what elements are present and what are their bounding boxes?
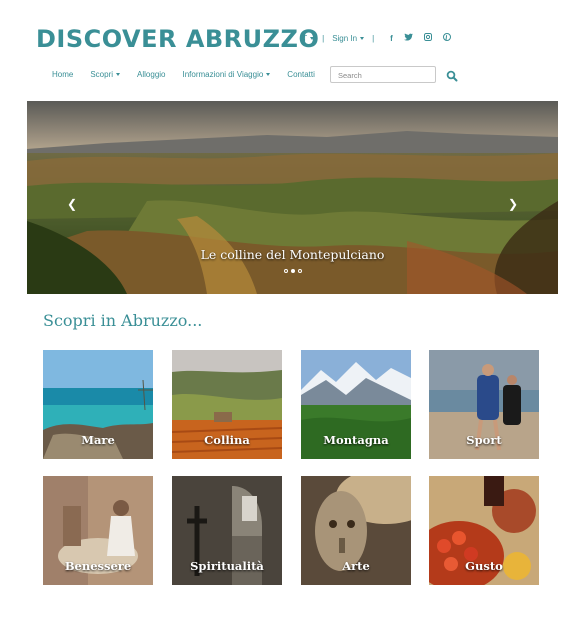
- caret-down-icon: [116, 73, 121, 76]
- caret-down-icon: [310, 36, 315, 40]
- facebook-icon[interactable]: f: [390, 34, 393, 43]
- section-title: Scopri in Abruzzo...: [43, 311, 203, 330]
- chevron-right-icon[interactable]: ❯: [508, 197, 518, 211]
- top-bar: IT | Sign In | f: [300, 33, 451, 43]
- site-logo[interactable]: DISCOVER ABRUZZO: [36, 25, 319, 53]
- search-icon[interactable]: [446, 69, 458, 82]
- signin-dropdown[interactable]: Sign In: [332, 34, 365, 43]
- tile-mare[interactable]: Mare: [43, 350, 153, 459]
- tile-benessere[interactable]: Benessere: [43, 476, 153, 585]
- nav-item-alloggio[interactable]: Alloggio: [137, 70, 165, 79]
- hero-caption: Le colline del Montepulciano: [200, 247, 385, 262]
- caret-down-icon: [266, 73, 271, 76]
- main-nav: Home Scopri Alloggio Informazioni di Via…: [52, 70, 332, 79]
- language-selector[interactable]: IT: [300, 34, 315, 43]
- tile-spiritualita[interactable]: Spiritualità: [172, 476, 282, 585]
- twitter-icon[interactable]: [403, 33, 413, 43]
- hero-image: [27, 101, 558, 294]
- tile-gusto[interactable]: Gusto: [429, 476, 539, 585]
- nav-item-contatti[interactable]: Contatti: [287, 70, 315, 79]
- tile-collina[interactable]: Collina: [172, 350, 282, 459]
- instagram-icon[interactable]: [423, 33, 432, 43]
- tile-sport[interactable]: Sport: [429, 350, 539, 459]
- pinterest-icon[interactable]: [442, 33, 451, 43]
- carousel-dot[interactable]: [283, 269, 288, 273]
- social-links: f: [390, 33, 451, 43]
- caret-down-icon: [360, 36, 365, 40]
- tile-montagna[interactable]: Montagna: [301, 350, 411, 459]
- tile-arte[interactable]: Arte: [301, 476, 411, 585]
- hero-carousel[interactable]: ❮ ❯ Le colline del Montepulciano: [27, 101, 558, 294]
- divider: |: [322, 33, 325, 43]
- nav-item-informazioni[interactable]: Informazioni di Viaggio: [183, 70, 271, 79]
- nav-item-scopri[interactable]: Scopri: [90, 70, 121, 79]
- divider: |: [372, 33, 375, 43]
- carousel-dot-active[interactable]: [290, 269, 295, 273]
- search-input[interactable]: Search: [330, 66, 436, 83]
- chevron-left-icon[interactable]: ❮: [67, 197, 77, 211]
- carousel-dot[interactable]: [297, 269, 302, 273]
- carousel-indicators: [27, 269, 558, 273]
- nav-item-home[interactable]: Home: [52, 70, 73, 79]
